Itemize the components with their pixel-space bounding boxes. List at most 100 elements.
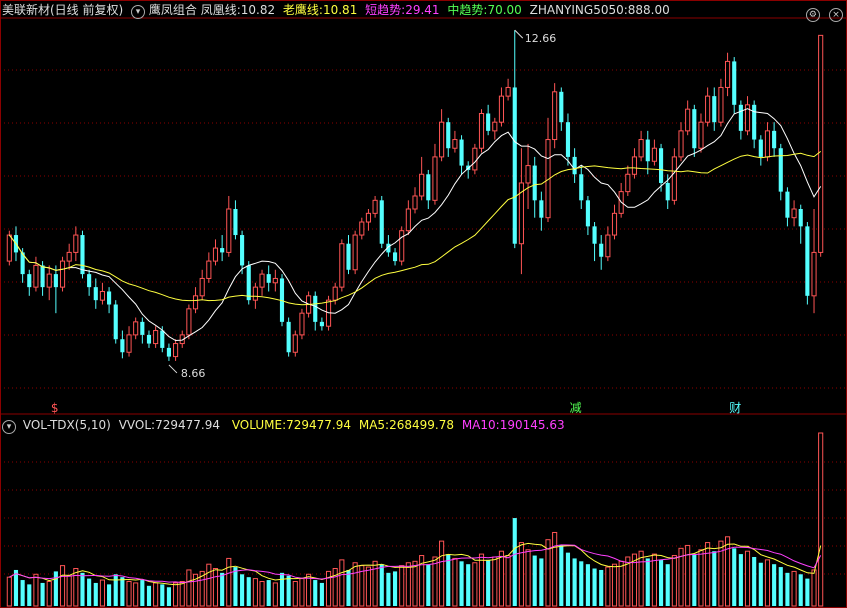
- gear-icon[interactable]: ⚙: [805, 8, 820, 22]
- volume-bar: [705, 542, 711, 607]
- volume-bar: [272, 582, 278, 607]
- volume-bar: [399, 565, 405, 607]
- candle-body: [107, 291, 112, 305]
- candle-body: [332, 286, 338, 301]
- volume-bar: [386, 572, 391, 606]
- candle-body: [572, 156, 577, 175]
- candle-body: [426, 174, 431, 201]
- volume-bar: [412, 560, 418, 607]
- candle-body: [166, 347, 171, 357]
- volume-bar: [66, 575, 72, 607]
- candle-body: [399, 230, 405, 262]
- zy-label: ZHANYING5050:: [529, 3, 628, 17]
- candle-body: [53, 274, 58, 288]
- volume-bar: [532, 555, 537, 606]
- chevron-down-icon[interactable]: ▾: [131, 5, 146, 19]
- candle-body: [772, 130, 777, 149]
- lying-value: 10.81: [322, 3, 358, 17]
- candle-body: [40, 265, 45, 288]
- candle-body: [286, 321, 291, 353]
- volume-bar: [87, 578, 92, 606]
- candle-body: [133, 321, 139, 336]
- candle-body: [439, 121, 445, 158]
- candle-body: [718, 86, 724, 123]
- volume-bar: [426, 564, 431, 606]
- candle-body: [685, 108, 691, 132]
- volume-bar: [579, 561, 584, 606]
- volume-bar: [153, 582, 159, 607]
- ma5-label: MA5:: [358, 418, 390, 432]
- volume-bar: [732, 548, 737, 606]
- candle-body: [459, 139, 464, 166]
- stock-title[interactable]: 美联新材(日线 前复权): [2, 3, 123, 17]
- volume-bar: [212, 568, 219, 607]
- candle-body: [299, 312, 305, 336]
- candle-body: [492, 121, 498, 132]
- candle-body: [206, 260, 212, 279]
- candle-body: [173, 343, 179, 358]
- volume-bar: [572, 558, 577, 606]
- candle-body: [818, 34, 824, 253]
- candle-body: [525, 165, 531, 184]
- candle-body: [266, 274, 271, 283]
- candle-body: [732, 61, 737, 105]
- low-arrow: [168, 364, 178, 374]
- ma5-value: 268499.78: [389, 418, 454, 432]
- volume-bar: [559, 545, 564, 606]
- volume-bar: [20, 580, 25, 606]
- candle-body: [259, 273, 265, 288]
- candle-body: [153, 330, 159, 345]
- volume-bar: [266, 580, 271, 606]
- volume-bar: [552, 531, 558, 607]
- candle-body: [671, 156, 677, 201]
- chevron-down-icon[interactable]: ▾: [2, 420, 16, 434]
- mid-trend-label: 中趋势:: [447, 3, 488, 17]
- kline-chart-svg[interactable]: 12.66 8.66 $ 减 财: [0, 0, 847, 608]
- candle-body: [352, 234, 358, 271]
- vol-title[interactable]: VOL-TDX(5,10): [23, 418, 111, 432]
- window-controls: ⚙ ×: [802, 2, 843, 22]
- volume-bar: [512, 518, 517, 606]
- volume-bar: [611, 563, 618, 607]
- candle-body: [146, 334, 152, 344]
- fh-value: 10.82: [240, 3, 276, 17]
- volume-bar: [73, 568, 79, 607]
- candle-body: [532, 165, 537, 201]
- candle-body: [498, 95, 505, 123]
- volume-bar: [13, 569, 19, 606]
- candle-body: [73, 234, 79, 253]
- candle-body: [645, 139, 650, 162]
- volume-label: VOLUME:: [231, 418, 287, 432]
- candle-body: [27, 274, 32, 288]
- volume-bar: [365, 566, 372, 607]
- volume-bar: [592, 568, 597, 606]
- volume-bar: [778, 567, 783, 606]
- volume-bar: [439, 540, 445, 607]
- volume-bar: [539, 558, 544, 606]
- candle-body: [712, 96, 717, 123]
- volume-bar: [306, 573, 312, 607]
- candle-body: [272, 277, 278, 284]
- volume-bar: [40, 582, 45, 606]
- volume-bar: [692, 554, 697, 606]
- close-icon[interactable]: ×: [829, 8, 843, 22]
- indicator-name[interactable]: 鹰凤组合: [149, 3, 197, 17]
- volume-value: 729477.94: [286, 418, 352, 432]
- volume-bar: [432, 556, 438, 607]
- volume-bar: [59, 565, 66, 607]
- candle-body: [120, 339, 125, 353]
- volume-bar: [712, 551, 717, 606]
- candle-body: [405, 208, 411, 232]
- volume-bar: [645, 558, 650, 606]
- candle-body: [678, 130, 684, 158]
- volume-bar: [472, 562, 478, 607]
- volume-bar: [53, 571, 58, 606]
- volume-bar: [665, 564, 670, 606]
- volume-bar: [405, 562, 411, 607]
- volume-bar: [798, 574, 803, 606]
- volume-bar: [240, 574, 245, 606]
- volume-bar: [659, 559, 664, 606]
- zy-value: 888.00: [627, 3, 670, 17]
- volume-bar: [758, 562, 763, 606]
- candle-body: [365, 212, 372, 223]
